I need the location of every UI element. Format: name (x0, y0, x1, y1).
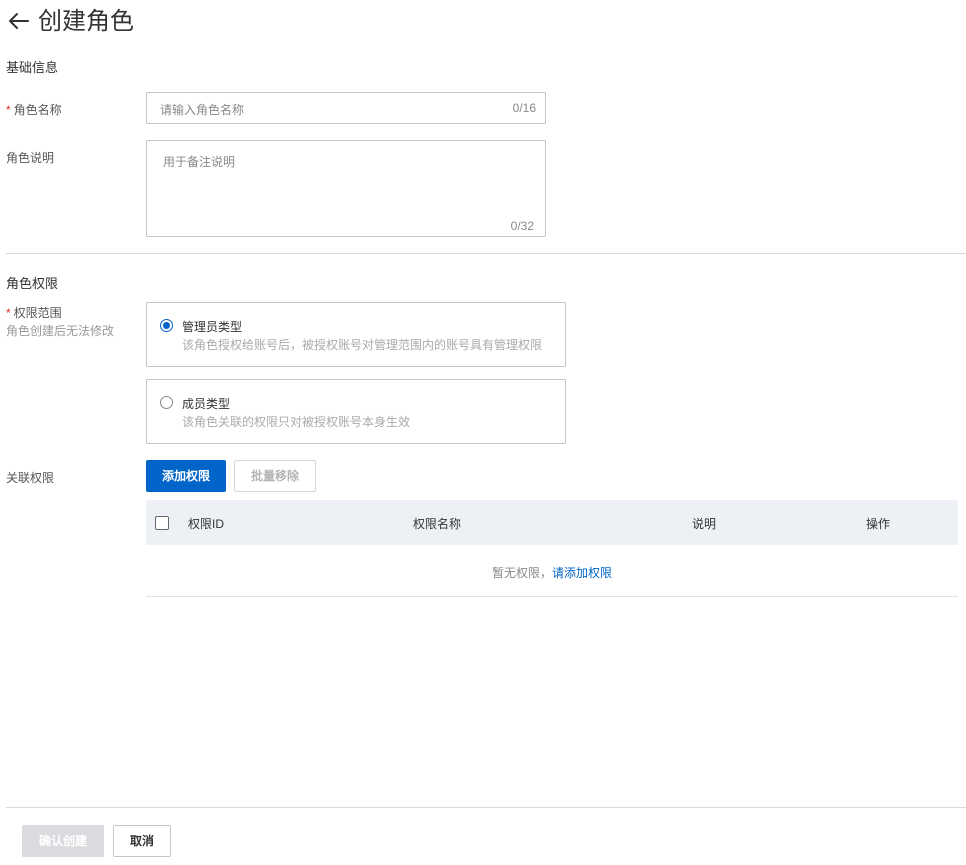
page-title: 创建角色 (38, 8, 134, 35)
column-header-actions: 操作 (866, 517, 891, 531)
cancel-button[interactable]: 取消 (113, 825, 171, 857)
role-desc-textarea[interactable]: 用于备注说明 0/32 (146, 140, 546, 237)
scope-option-admin[interactable]: 管理员类型 该角色授权给账号后，被授权账号对管理范围内的账号具有管理权限 (146, 302, 566, 367)
linked-permissions-label: 关联权限 (6, 471, 55, 485)
scope-option-member[interactable]: 成员类型 该角色关联的权限只对被授权账号本身生效 (146, 379, 566, 444)
confirm-create-button[interactable]: 确认创建 (22, 825, 104, 857)
role-name-label: * 角色名称 (6, 103, 62, 117)
scope-hint: 角色创建后无法修改 (6, 324, 115, 338)
role-name-input[interactable]: 请输入角色名称 0/16 (146, 92, 546, 124)
empty-message: 暂无权限，请添加权限 (491, 566, 613, 580)
scope-option-title: 管理员类型 (182, 320, 243, 334)
section-divider (6, 253, 966, 254)
section-title-basic-info: 基础信息 (6, 60, 59, 75)
scope-option-desc: 该角色关联的权限只对被授权账号本身生效 (182, 415, 411, 429)
table-header: 权限ID 权限名称 说明 操作 (146, 500, 958, 545)
role-desc-label: 角色说明 (6, 151, 55, 165)
role-desc-placeholder: 用于备注说明 (163, 155, 236, 169)
add-permission-button[interactable]: 添加权限 (146, 460, 226, 492)
back-arrow-icon[interactable] (6, 8, 32, 34)
role-desc-counter: 0/32 (510, 219, 534, 233)
add-permission-link[interactable]: 请添加权限 (552, 566, 612, 580)
select-all-checkbox[interactable] (155, 516, 169, 530)
section-title-permissions: 角色权限 (6, 276, 59, 291)
radio-checked-icon[interactable] (160, 319, 173, 332)
scope-option-desc: 该角色授权给账号后，被授权账号对管理范围内的账号具有管理权限 (182, 338, 543, 352)
scope-label: * 权限范围 (6, 306, 62, 320)
table-empty-row: 暂无权限，请添加权限 (146, 545, 958, 597)
column-header-desc: 说明 (692, 517, 717, 531)
column-header-name: 权限名称 (413, 517, 462, 531)
role-name-placeholder: 请输入角色名称 (160, 103, 245, 117)
required-mark: * (6, 103, 11, 117)
required-mark: * (6, 306, 11, 320)
role-name-counter: 0/16 (512, 101, 536, 115)
footer-divider (6, 807, 966, 808)
radio-unchecked-icon[interactable] (160, 396, 173, 409)
column-header-id: 权限ID (188, 517, 225, 531)
batch-remove-button[interactable]: 批量移除 (234, 460, 316, 492)
scope-option-title: 成员类型 (182, 397, 231, 411)
